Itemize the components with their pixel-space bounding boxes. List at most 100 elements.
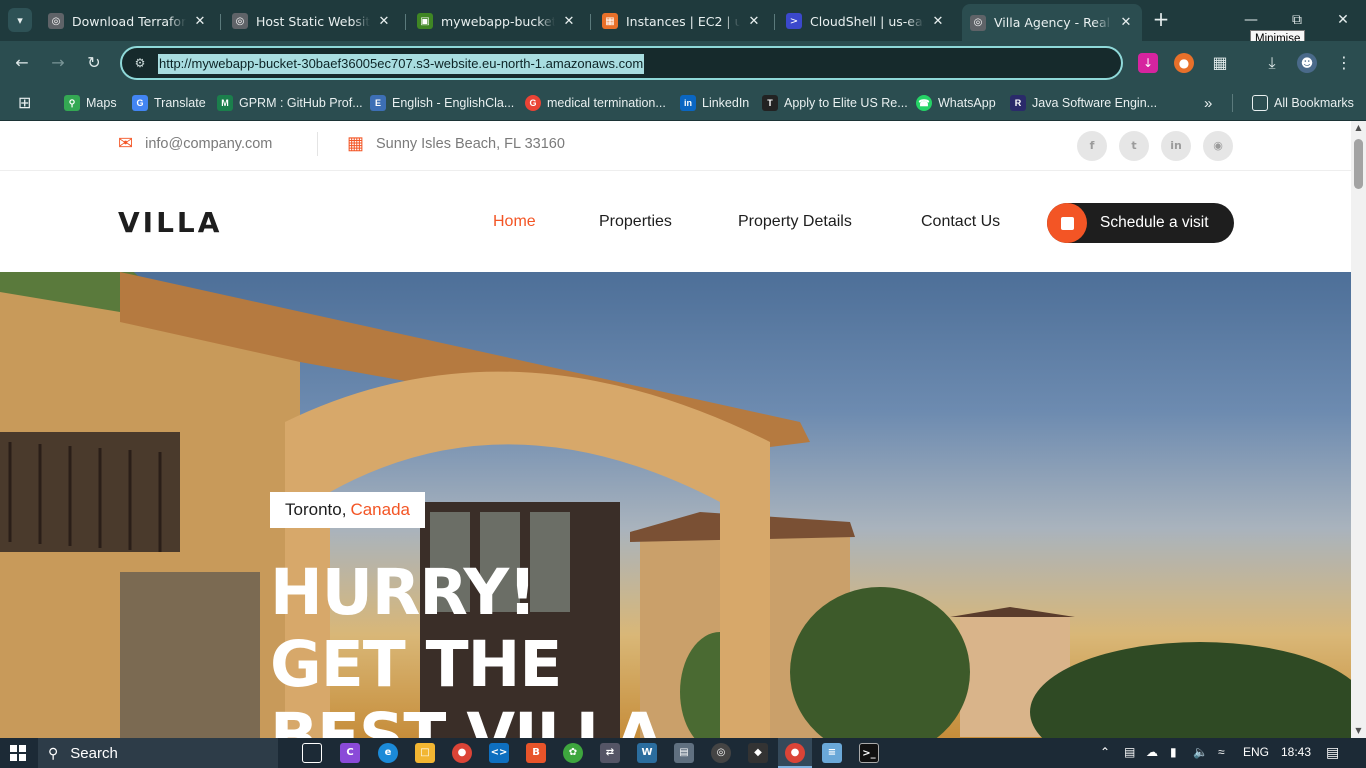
vscode-icon[interactable]: <> — [489, 743, 509, 763]
nav-contact-us[interactable]: Contact Us — [921, 213, 1000, 231]
dev-tool-icon[interactable]: ◆ — [748, 743, 768, 763]
address-bar[interactable]: ⚙ http://mywebapp-bucket-30baef36005ec70… — [120, 46, 1123, 80]
edge-icon[interactable]: e — [378, 743, 398, 763]
bookmark-apply[interactable]: T Apply to Elite US Re... — [762, 93, 908, 113]
linkedin-icon[interactable]: in — [1161, 131, 1191, 161]
extensions-puzzle-icon[interactable]: ▦ — [1208, 51, 1232, 75]
close-icon[interactable]: ✕ — [930, 14, 946, 29]
tab-download-terraform[interactable]: ◎ Download Terraform ✕ — [40, 6, 216, 36]
bookmark-gprm[interactable]: M GPRM : GitHub Prof... — [217, 93, 363, 113]
spring-icon[interactable]: ✿ — [563, 743, 583, 763]
close-icon[interactable]: ✕ — [192, 14, 208, 29]
close-window-button[interactable]: ✕ — [1320, 6, 1366, 34]
all-bookmarks-folder[interactable]: All Bookmarks — [1252, 93, 1354, 113]
google-icon: G — [525, 95, 541, 111]
bookmark-linkedin[interactable]: in LinkedIn — [680, 93, 749, 113]
nav-properties[interactable]: Properties — [599, 213, 672, 231]
onedrive-icon[interactable]: ☁ — [1146, 745, 1158, 759]
url-text[interactable]: http://mywebapp-bucket-30baef36005ec707.… — [158, 54, 645, 74]
network-tool-icon[interactable]: ⇄ — [600, 743, 620, 763]
linkedin-icon: in — [680, 95, 696, 111]
download-extension-icon[interactable]: ↓ — [1138, 53, 1158, 73]
java-r-icon: R — [1010, 95, 1026, 111]
close-icon[interactable]: ✕ — [376, 14, 392, 29]
bookmark-medical[interactable]: G medical termination... — [525, 93, 666, 113]
volume-icon[interactable]: 🔈 — [1193, 745, 1208, 759]
folder-icon — [1252, 95, 1268, 111]
app-icon[interactable]: W — [637, 743, 657, 763]
scroll-down-arrow-icon[interactable]: ▼ — [1351, 724, 1366, 738]
contact-info-bar: ✉ info@company.com ▦ Sunny Isles Beach, … — [0, 121, 1351, 171]
search-icon: ⚲ — [48, 744, 59, 761]
site-logo[interactable]: VILLA — [118, 206, 222, 239]
twitter-icon[interactable]: t — [1119, 131, 1149, 161]
translate-icon: G — [132, 95, 148, 111]
bookmark-translate[interactable]: G Translate — [132, 93, 206, 113]
obs-icon[interactable]: ◎ — [711, 743, 731, 763]
tab-host-static-website[interactable]: ◎ Host Static Website A ✕ — [224, 6, 400, 36]
site-info-icon[interactable]: ⚙ — [132, 55, 148, 71]
back-arrow-icon[interactable]: ← — [10, 51, 34, 75]
facebook-icon[interactable]: f — [1077, 131, 1107, 161]
forward-arrow-icon[interactable]: → — [46, 51, 70, 75]
task-view-icon[interactable] — [302, 743, 322, 763]
tab-villa-agency[interactable]: ◎ Villa Agency - Real Es ✕ — [962, 4, 1142, 41]
apps-grid-icon[interactable]: ⊞ — [18, 93, 31, 113]
email-info[interactable]: ✉ info@company.com — [118, 133, 272, 154]
new-tab-button[interactable]: + — [1150, 8, 1172, 32]
tray-app-icon[interactable]: ▤ — [1124, 745, 1135, 759]
tab-strip: ▾ ◎ Download Terraform ✕ ◎ Host Static W… — [0, 0, 1366, 48]
close-icon[interactable]: ✕ — [561, 14, 577, 29]
chrome-icon[interactable]: ● — [452, 743, 472, 763]
chrome-active-icon[interactable]: ● — [785, 743, 805, 763]
menu-dots-icon[interactable]: ⋮ — [1332, 51, 1356, 75]
profile-avatar[interactable]: ☻ — [1297, 53, 1317, 73]
tab-ec2-instances[interactable]: ▦ Instances | EC2 | us-e ✕ — [594, 6, 770, 36]
reload-icon[interactable]: ↻ — [82, 51, 106, 75]
ec2-icon: ▦ — [602, 13, 618, 29]
file-explorer-icon[interactable]: □ — [415, 743, 435, 763]
wifi-icon[interactable]: ≈ — [1218, 745, 1225, 759]
bookmark-maps[interactable]: ⚲ Maps — [64, 93, 117, 113]
bookmark-whatsapp[interactable]: ☎ WhatsApp — [916, 93, 996, 113]
more-bookmarks-icon[interactable]: » — [1204, 93, 1212, 113]
bookmark-java[interactable]: R Java Software Engin... — [1010, 93, 1157, 113]
language-indicator[interactable]: ENG — [1243, 745, 1269, 759]
globe-icon: ◎ — [970, 14, 986, 31]
remote-desktop-icon[interactable]: ▤ — [674, 743, 694, 763]
page-scrollbar[interactable]: ▲ ▼ — [1351, 121, 1366, 738]
windows-taskbar: ⚲ Search C e □ ● <> B ✿ ⇄ W ▤ ◎ ◆ ● ≡ >_… — [0, 738, 1366, 768]
instagram-icon[interactable]: ◉ — [1203, 131, 1233, 161]
nav-property-details[interactable]: Property Details — [738, 213, 852, 231]
tab-s3-bucket[interactable]: ▣ mywebapp-bucket-30 ✕ — [409, 6, 585, 36]
map-icon: ▦ — [347, 133, 365, 153]
browser-toolbar: ← → ↻ ⚙ http://mywebapp-bucket-30baef360… — [0, 41, 1366, 85]
terminal-icon[interactable]: >_ — [859, 743, 879, 763]
address-info: ▦ Sunny Isles Beach, FL 33160 — [347, 133, 565, 153]
windows-start-icon[interactable] — [10, 745, 26, 761]
nav-home[interactable]: Home — [493, 213, 536, 231]
schedule-visit-button[interactable]: Schedule a visit — [1047, 203, 1234, 243]
copilot-icon[interactable]: C — [340, 743, 360, 763]
tray-chevron-icon[interactable]: ⌃ — [1100, 745, 1110, 759]
brave-icon[interactable]: B — [526, 743, 546, 763]
notification-icon[interactable]: ▤ — [1326, 744, 1339, 761]
hero-banner: Toronto, Canada HURRY! GET THE BEST VILLA — [0, 272, 1351, 738]
location-badge: Toronto, Canada — [270, 492, 425, 528]
globe-icon: ◎ — [48, 13, 64, 29]
close-icon[interactable]: ✕ — [1118, 15, 1134, 30]
clock[interactable]: 18:43 — [1281, 745, 1311, 759]
extension-icon[interactable]: ● — [1174, 53, 1194, 73]
scroll-thumb[interactable] — [1354, 139, 1363, 189]
notepad-icon[interactable]: ≡ — [822, 743, 842, 763]
close-icon[interactable]: ✕ — [746, 14, 762, 29]
taskbar-search-box[interactable]: ⚲ Search — [38, 738, 278, 768]
battery-icon[interactable]: ▮ — [1170, 745, 1177, 759]
apply-icon: T — [762, 95, 778, 111]
bookmark-englishclass[interactable]: E English - EnglishCla... — [370, 93, 514, 113]
tab-search-button[interactable]: ▾ — [8, 8, 32, 32]
tab-cloudshell[interactable]: > CloudShell | us-east- ✕ — [778, 6, 954, 36]
scroll-up-arrow-icon[interactable]: ▲ — [1351, 121, 1366, 135]
downloads-icon[interactable]: ⤓ — [1260, 51, 1284, 75]
maps-icon: ⚲ — [64, 95, 80, 111]
